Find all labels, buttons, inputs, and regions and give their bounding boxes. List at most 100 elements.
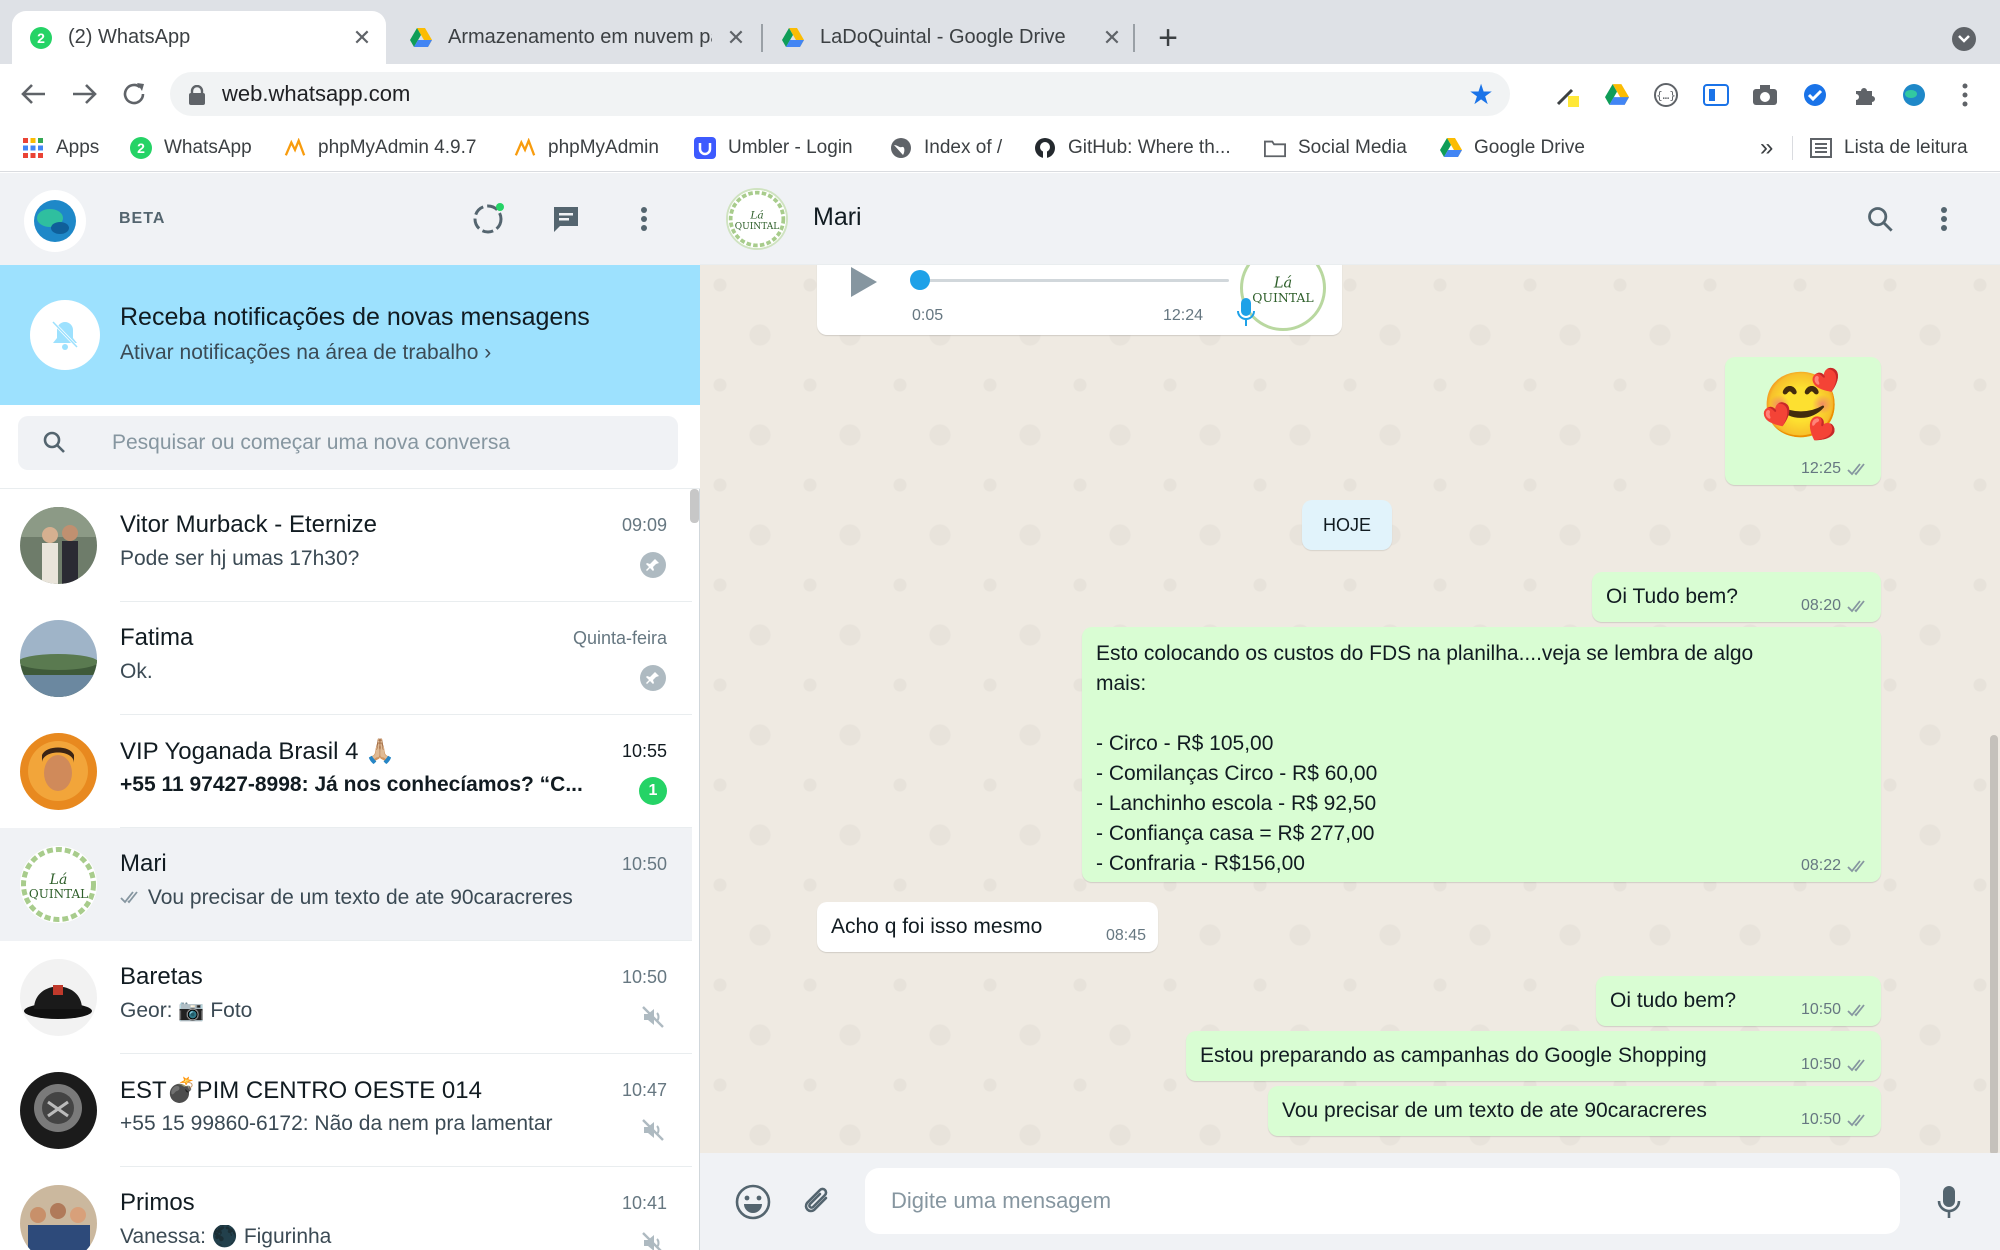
- message-meta: 10:50: [1801, 1111, 1869, 1129]
- more-bookmarks-button[interactable]: »: [1760, 132, 1773, 164]
- play-icon[interactable]: [849, 265, 879, 305]
- audio-progress-handle[interactable]: [910, 270, 930, 290]
- new-chat-icon[interactable]: [546, 199, 586, 239]
- chat-item-body: VIP Yoganada Brasil 4 🙏🏼 10:55 +55 11 97…: [120, 715, 692, 828]
- chat-item-baretas[interactable]: Baretas 10:50 Geor: 📷 Foto: [0, 941, 692, 1054]
- conversation-menu-icon[interactable]: [1924, 199, 1964, 239]
- chat-item-mari[interactable]: Lá QUINTAL Mari 10:50 Vou precisar de um …: [0, 828, 692, 941]
- notification-banner[interactable]: Receba notificações de novas mensagens A…: [0, 265, 700, 405]
- chat-preview: Geor: 📷 Foto: [120, 999, 253, 1022]
- address-bar[interactable]: web.whatsapp.com ★: [170, 72, 1510, 116]
- close-tab-icon[interactable]: ✕: [350, 25, 374, 50]
- forward-arrow-icon[interactable]: [66, 76, 102, 112]
- bookmark-star-icon[interactable]: ★: [1466, 79, 1496, 110]
- search-box[interactable]: [18, 416, 678, 470]
- attach-icon[interactable]: [796, 1181, 838, 1223]
- microphone-icon[interactable]: [1928, 1181, 1970, 1223]
- check-extension-icon[interactable]: [1801, 81, 1829, 109]
- audio-progress-track[interactable]: [917, 279, 1229, 282]
- close-tab-icon[interactable]: ✕: [724, 25, 748, 50]
- enable-notifications-link[interactable]: Ativar notificações na área de trabalho …: [120, 341, 491, 365]
- chat-item-vitor-murback[interactable]: Vitor Murback - Eternize 09:09 Pode ser …: [0, 489, 692, 602]
- double-check-icon: [1847, 860, 1865, 873]
- emoji-icon[interactable]: [732, 1181, 774, 1223]
- conversation-header[interactable]: Lá QUINTAL Mari: [700, 173, 2000, 265]
- reading-list-label: Lista de leitura: [1844, 137, 1968, 158]
- bookmark-apps[interactable]: Apps: [22, 132, 99, 164]
- message-time: 10:50: [1800, 1111, 1841, 1128]
- avatar: [20, 959, 97, 1036]
- chat-list-panel: BETA Receba notificações de novas mensag…: [0, 173, 700, 1250]
- tab-cloud-storage[interactable]: Armazenamento em nuvem pa ✕: [392, 11, 760, 64]
- chat-time: 10:50: [621, 967, 667, 987]
- reload-icon[interactable]: [116, 76, 152, 112]
- bookmark-whatsapp[interactable]: 2 WhatsApp: [130, 132, 252, 164]
- chat-item-vip-yogananda[interactable]: VIP Yoganada Brasil 4 🙏🏼 10:55 +55 11 97…: [0, 715, 692, 828]
- message-input[interactable]: [865, 1168, 1900, 1234]
- search-messages-icon[interactable]: [1860, 199, 1900, 239]
- message-meta: 12:25: [1801, 460, 1869, 478]
- google-drive-icon: [1440, 137, 1462, 159]
- bookmark-phpmyadmin[interactable]: phpMyAdmin: [514, 132, 659, 164]
- message-text: Estou preparando as campanhas do Google …: [1200, 1044, 1707, 1067]
- chat-time: 10:47: [621, 1080, 667, 1100]
- status-icon[interactable]: [468, 199, 508, 239]
- search-input[interactable]: [112, 431, 678, 455]
- browser-menu-icon[interactable]: [1951, 81, 1979, 109]
- tab-whatsapp[interactable]: 2 (2) WhatsApp ✕: [12, 11, 386, 64]
- chat-item-primos[interactable]: Primos 10:41 Vanessa: 🌑 Figurinha: [0, 1167, 692, 1250]
- github-icon: [1034, 137, 1056, 159]
- chat-item-estopim[interactable]: EST💣PIM CENTRO OESTE 014 10:47 +55 15 99…: [0, 1054, 692, 1167]
- chat-preview: Vanessa: 🌑 Figurinha: [120, 1225, 332, 1248]
- my-profile-avatar[interactable]: [24, 190, 86, 252]
- new-tab-button[interactable]: +: [1152, 21, 1184, 55]
- chat-list-scrollbar[interactable]: [690, 489, 699, 523]
- tab-search-icon[interactable]: [1952, 27, 1976, 51]
- message-scrollbar[interactable]: [1990, 735, 1998, 1153]
- bookmark-label: GitHub: Where th...: [1068, 137, 1231, 158]
- message-bubble: Estou preparando as campanhas do Google …: [1186, 1031, 1881, 1081]
- google-drive-extension-icon[interactable]: [1603, 81, 1631, 109]
- bookmark-label: Social Media: [1298, 137, 1407, 158]
- avatar: [20, 620, 97, 697]
- bookmark-social-media[interactable]: Social Media: [1264, 132, 1407, 164]
- screen-reader-extension-icon[interactable]: [1702, 81, 1730, 109]
- message-text: Esto colocando os custos do FDS na plani…: [1096, 642, 1754, 875]
- chat-list: Vitor Murback - Eternize 09:09 Pode ser …: [0, 489, 700, 1250]
- extensions-puzzle-icon[interactable]: [1851, 81, 1879, 109]
- message-meta: 08:20: [1801, 597, 1869, 615]
- profile-avatar-icon[interactable]: [1900, 81, 1928, 109]
- tab-title: (2) WhatsApp: [68, 26, 191, 48]
- chat-preview: +55 15 99860-6172: Não da nem pra lament…: [120, 1112, 553, 1135]
- svg-text:Lá: Lá: [49, 872, 68, 888]
- avatar: [20, 507, 97, 584]
- tab-separator: [761, 24, 763, 52]
- contact-name: Mari: [813, 203, 862, 231]
- avatar: [20, 733, 97, 810]
- avatar: Lá QUINTAL: [20, 846, 97, 923]
- bookmark-index-of[interactable]: Index of /: [890, 132, 1002, 164]
- contact-avatar[interactable]: Lá QUINTAL: [726, 188, 788, 250]
- message-text: Oi Tudo bem?: [1606, 585, 1738, 608]
- tab-google-drive[interactable]: LaDoQuintal - Google Drive ✕: [764, 11, 1136, 64]
- chat-name: Fatima: [120, 624, 194, 651]
- chat-item-fatima[interactable]: Fatima Quinta-feira Ok.: [0, 602, 692, 715]
- message-meta: 10:50: [1801, 1056, 1869, 1074]
- reading-list-button[interactable]: Lista de leitura: [1810, 132, 1968, 164]
- message-text: Vou precisar de um texto de ate 90caracr…: [1282, 1099, 1707, 1122]
- close-tab-icon[interactable]: ✕: [1100, 25, 1124, 50]
- phpmyadmin-icon: [284, 137, 306, 159]
- back-arrow-icon[interactable]: [16, 76, 52, 112]
- bookmark-phpmyadmin-497[interactable]: phpMyAdmin 4.9.7: [284, 132, 476, 164]
- bookmark-label: phpMyAdmin: [548, 137, 659, 158]
- bookmark-github[interactable]: GitHub: Where th...: [1034, 132, 1231, 164]
- bookmark-umbler[interactable]: Umbler - Login: [694, 132, 853, 164]
- menu-icon[interactable]: [624, 199, 664, 239]
- eyedropper-extension-icon[interactable]: [1553, 81, 1581, 109]
- double-check-icon: [120, 891, 138, 904]
- message-area: 0:05 12:24 Lá QUINTAL 🥰 12:25 HOJE Oi Tu…: [700, 265, 2000, 1153]
- bookmark-google-drive[interactable]: Google Drive: [1440, 132, 1585, 164]
- code-extension-icon[interactable]: {…}: [1652, 81, 1680, 109]
- camera-extension-icon[interactable]: [1751, 81, 1779, 109]
- chat-name: Baretas: [120, 963, 203, 990]
